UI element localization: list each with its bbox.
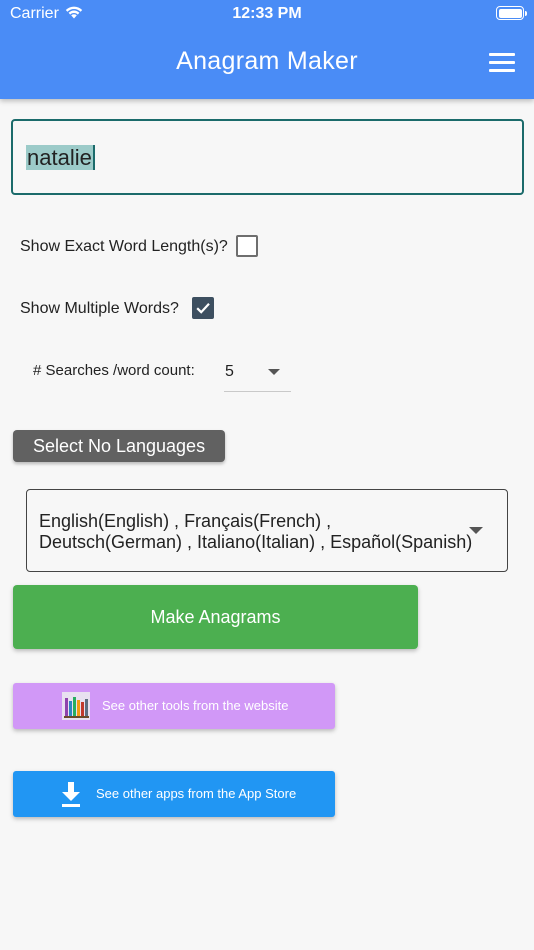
books-icon <box>62 692 90 720</box>
multiple-words-label: Show Multiple Words? <box>20 300 179 317</box>
appstore-apps-label: See other apps from the App Store <box>96 786 297 801</box>
download-icon <box>62 782 80 807</box>
hamburger-menu-icon[interactable] <box>489 53 515 73</box>
make-anagrams-button[interactable]: Make Anagrams <box>13 585 418 649</box>
search-count-dropdown[interactable]: 5 <box>224 352 291 392</box>
website-tools-button[interactable]: See other tools from the website <box>13 683 335 729</box>
dropdown-arrow-icon <box>469 527 483 534</box>
search-count-label: # Searches /word count: <box>33 362 195 379</box>
exact-length-checkbox[interactable] <box>236 235 258 257</box>
languages-selected: English(English) , Français(French) , De… <box>39 511 479 553</box>
multiple-words-checkbox[interactable] <box>192 297 214 319</box>
select-no-languages-button[interactable]: Select No Languages <box>13 430 225 462</box>
status-bar: Carrier 12:33 PM <box>0 0 534 28</box>
clock: 12:33 PM <box>232 5 302 22</box>
word-input[interactable]: natalie <box>11 119 524 195</box>
appstore-apps-button[interactable]: See other apps from the App Store <box>13 771 335 817</box>
word-input-value[interactable]: natalie <box>26 145 95 171</box>
website-tools-label: See other tools from the website <box>102 698 289 713</box>
search-count-value: 5 <box>225 363 234 380</box>
languages-line-1: English(English) , Français(French) , <box>39 511 332 531</box>
battery-icon <box>496 6 527 20</box>
app-bar: Carrier 12:33 PM Anagram Maker <box>0 0 534 99</box>
exact-length-label: Show Exact Word Length(s)? <box>20 238 228 255</box>
languages-dropdown[interactable]: English(English) , Français(French) , De… <box>26 489 508 572</box>
checkmark-icon <box>196 303 210 314</box>
languages-line-2: Deutsch(German) , Italiano(Italian) , Es… <box>39 532 473 552</box>
dropdown-arrow-icon <box>268 369 280 375</box>
page-title: Anagram Maker <box>176 47 358 75</box>
